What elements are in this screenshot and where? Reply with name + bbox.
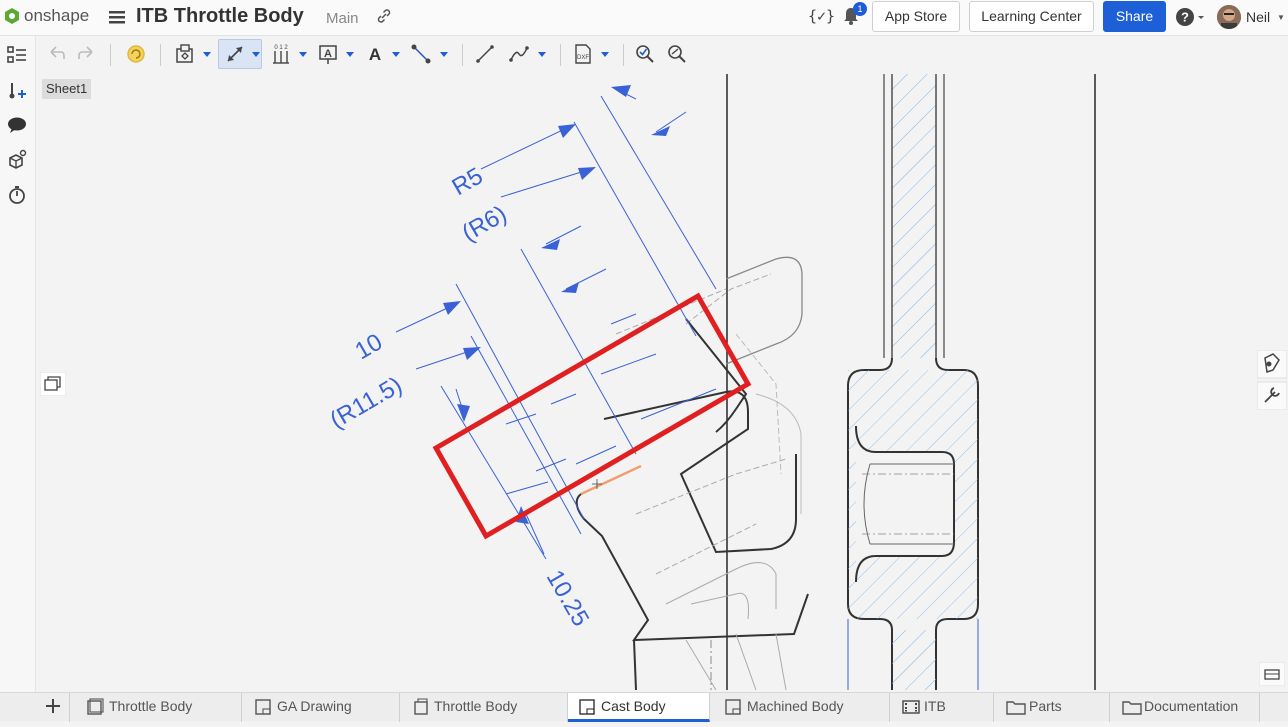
tab-throttle-body-part-studio[interactable]: Throttle Body — [400, 693, 568, 722]
centerline-icon[interactable] — [410, 43, 432, 65]
update-icon[interactable] — [125, 43, 147, 65]
export-dxf-icon[interactable]: DXF — [572, 43, 594, 65]
tab-bar: Throttle Body GA Drawing Throttle Body C… — [0, 692, 1288, 722]
toolbar-separator — [462, 44, 463, 66]
chevron-down-icon[interactable] — [440, 50, 448, 58]
chevron-down-icon[interactable] — [538, 50, 546, 58]
assembly-icon — [87, 698, 104, 715]
section-view — [726, 74, 1096, 690]
help-icon[interactable]: ? — [1175, 7, 1205, 27]
tab-parts-folder[interactable]: Parts — [994, 693, 1110, 722]
top-bar: onshape ITB Throttle Body Main {✓} 1 App… — [0, 0, 1288, 36]
tab-label: Machined Body — [747, 698, 844, 714]
user-avatar[interactable] — [1217, 5, 1241, 29]
chevron-down-icon[interactable] — [203, 50, 211, 58]
zoom-tools-icon[interactable] — [1259, 662, 1285, 686]
undo-icon[interactable] — [45, 43, 67, 65]
dimension-lines — [395, 85, 717, 560]
svg-text:A: A — [369, 45, 381, 64]
chevron-down-icon[interactable] — [601, 50, 609, 58]
chevron-down-icon[interactable]: ▼ — [1277, 13, 1285, 22]
insert-icon[interactable] — [6, 80, 28, 102]
tab-label: Cast Body — [601, 698, 666, 714]
highlight-rectangle — [432, 292, 752, 540]
part-studio-icon — [414, 698, 428, 715]
tab-throttle-body-assembly[interactable]: Throttle Body — [70, 693, 242, 722]
ordinate-dimension-icon[interactable]: 0 1 2 — [270, 43, 292, 65]
folder-icon — [1122, 701, 1142, 715]
drawing-canvas[interactable]: R5 (R6) 10 (R11.5) 10.25 — [36, 74, 1256, 690]
tab-label: GA Drawing — [277, 698, 352, 714]
drawing-icon — [725, 699, 741, 715]
toolbar-separator — [623, 44, 624, 66]
toolbar-separator — [560, 44, 561, 66]
spline-icon[interactable] — [508, 43, 530, 65]
check-inspect-icon[interactable] — [634, 43, 656, 65]
document-title[interactable]: ITB Throttle Body — [136, 5, 304, 28]
insert-view-icon[interactable] — [174, 43, 196, 65]
add-tab-button[interactable] — [36, 693, 70, 722]
dim-10: 10 — [351, 328, 388, 365]
tab-machined-body[interactable]: Machined Body — [710, 693, 890, 722]
dim-r11-5: (R11.5) — [326, 372, 407, 435]
tab-itb[interactable]: ITB — [890, 693, 994, 722]
user-name[interactable]: Neil — [1246, 9, 1270, 25]
text-icon[interactable]: A — [364, 43, 386, 65]
chevron-down-icon[interactable] — [392, 50, 400, 58]
folder-icon — [1006, 701, 1026, 715]
left-tool-bar — [0, 36, 36, 717]
comments-icon[interactable] — [6, 114, 28, 136]
link-icon[interactable] — [376, 8, 392, 24]
dimension-labels: R5 (R6) 10 (R11.5) 10.25 — [326, 162, 595, 631]
chevron-down-icon[interactable] — [299, 50, 307, 58]
chevron-down-icon[interactable] — [346, 50, 354, 58]
drawing-icon — [579, 699, 595, 715]
line-icon[interactable] — [474, 43, 496, 65]
tab-label: Throttle Body — [434, 698, 518, 714]
redo-icon[interactable] — [76, 43, 98, 65]
stopwatch-icon[interactable] — [6, 184, 28, 206]
version-graph-icon[interactable]: {✓} — [808, 7, 835, 25]
dim-10-25: 10.25 — [541, 566, 594, 632]
app-store-button[interactable]: App Store — [872, 1, 960, 32]
tab-label: ITB — [924, 698, 946, 714]
logo-text: onshape — [24, 6, 90, 25]
film-icon — [902, 700, 920, 714]
branch-name[interactable]: Main — [326, 10, 359, 27]
notification-badge: 1 — [853, 2, 867, 16]
svg-text:DXF: DXF — [577, 55, 589, 61]
part-profile — [575, 256, 809, 690]
tab-cast-body[interactable]: Cast Body — [568, 693, 710, 722]
onshape-logo-icon — [5, 8, 19, 24]
tab-label: Parts — [1029, 698, 1062, 714]
dimension-icon[interactable] — [224, 43, 246, 65]
bom-parts-icon[interactable] — [6, 149, 28, 171]
feature-list-icon[interactable] — [6, 44, 28, 66]
chevron-down-icon[interactable] — [252, 50, 260, 58]
tab-label: Throttle Body — [109, 698, 193, 714]
tab-documentation-folder[interactable]: Documentation — [1110, 693, 1260, 722]
retrieve-dimension-icon[interactable] — [666, 43, 688, 65]
menu-icon[interactable] — [108, 8, 126, 26]
note-callout-icon[interactable]: A — [317, 43, 339, 65]
drawing-toolbar: 0 1 2 A A DXF — [36, 36, 1288, 74]
toolbar-separator — [110, 44, 111, 66]
svg-text:0 1 2: 0 1 2 — [274, 45, 288, 51]
plus-icon — [46, 699, 60, 713]
drawing-icon — [255, 699, 271, 715]
tab-label: Documentation — [1144, 698, 1239, 714]
toolbar-separator — [160, 44, 161, 66]
tab-ga-drawing[interactable]: GA Drawing — [242, 693, 400, 722]
svg-text:?: ? — [1181, 10, 1189, 25]
views-icon[interactable] — [40, 372, 66, 396]
learning-center-button[interactable]: Learning Center — [969, 1, 1094, 32]
dim-r6: (R6) — [458, 200, 512, 247]
svg-text:A: A — [324, 48, 332, 60]
avatar-image — [1217, 5, 1241, 29]
onshape-logo[interactable]: onshape — [4, 6, 89, 26]
right-panel-tools — [1257, 350, 1287, 410]
share-button[interactable]: Share — [1103, 1, 1166, 32]
